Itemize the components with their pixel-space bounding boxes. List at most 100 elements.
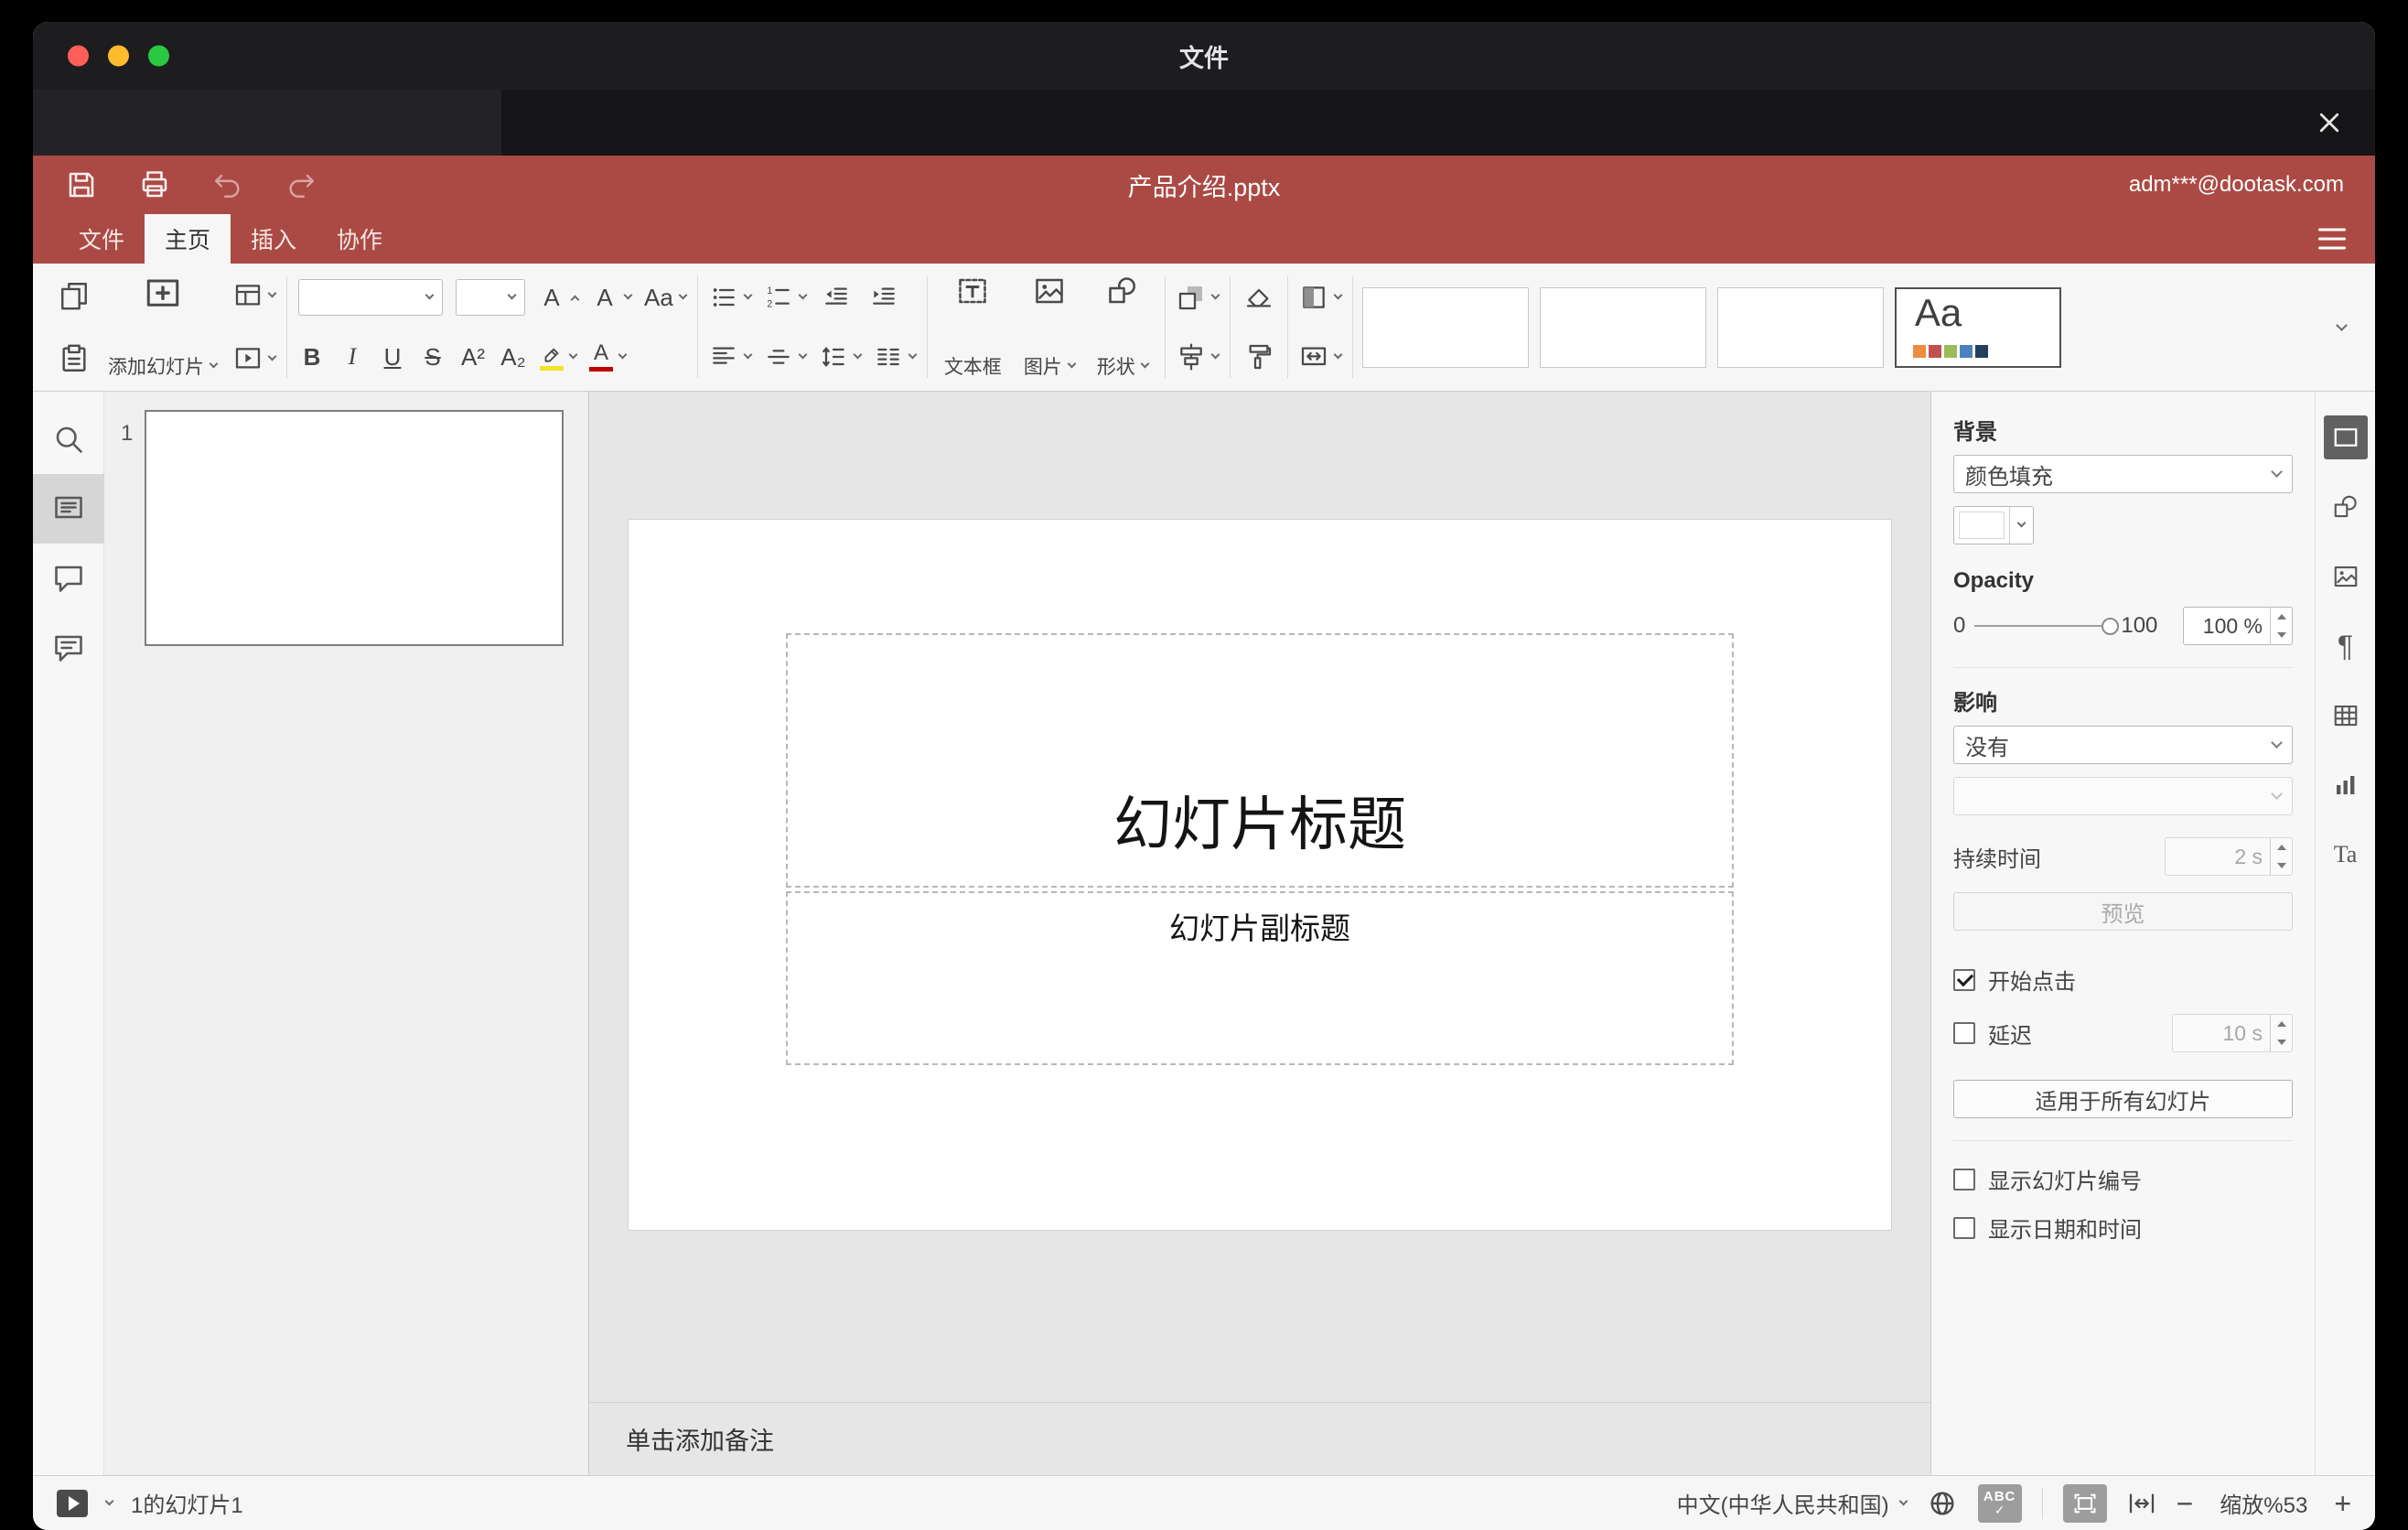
document-language-button[interactable] bbox=[1927, 1488, 1958, 1519]
opacity-spinner[interactable]: 100 % bbox=[2183, 607, 2293, 645]
horizontal-align-button[interactable] bbox=[709, 334, 753, 380]
textart-settings-tab[interactable]: Ta bbox=[2324, 833, 2368, 877]
align-shape-button[interactable] bbox=[1177, 334, 1220, 380]
chat-panel-button[interactable] bbox=[33, 613, 104, 683]
slide[interactable]: 幻灯片标题 幻灯片副标题 bbox=[629, 520, 1891, 1230]
bold-button[interactable]: B bbox=[298, 343, 326, 372]
spinner-arrows[interactable] bbox=[2270, 1015, 2292, 1051]
comments-panel-button[interactable] bbox=[33, 544, 104, 613]
slides-panel-button[interactable] bbox=[33, 474, 104, 544]
caret-icon bbox=[1067, 359, 1077, 369]
slide-size-icon bbox=[1301, 347, 1326, 366]
font-size-select[interactable] bbox=[456, 279, 525, 316]
preview-effect-button[interactable]: 预览 bbox=[1953, 892, 2293, 931]
decrement-font-size-button[interactable]: A bbox=[591, 275, 633, 320]
increment-font-size-button[interactable]: A bbox=[538, 275, 580, 320]
copy-style-button[interactable] bbox=[1242, 334, 1276, 380]
save-button[interactable] bbox=[64, 162, 99, 208]
search-panel-button[interactable] bbox=[33, 404, 104, 474]
columns-button[interactable] bbox=[874, 334, 918, 380]
delay-checkbox[interactable] bbox=[1953, 1022, 1975, 1044]
italic-button[interactable]: I bbox=[339, 343, 366, 371]
image-settings-tab[interactable] bbox=[2324, 555, 2368, 598]
theme-gallery-expand-button[interactable] bbox=[2320, 287, 2362, 368]
decrease-indent-button[interactable] bbox=[819, 275, 854, 320]
close-editor-button[interactable] bbox=[2309, 102, 2349, 143]
tab-collaboration[interactable]: 协作 bbox=[317, 214, 403, 264]
close-window-button[interactable] bbox=[68, 45, 89, 67]
spinner-arrows[interactable] bbox=[2270, 608, 2292, 644]
chat-icon bbox=[54, 635, 82, 662]
font-color-button[interactable]: A bbox=[589, 334, 628, 380]
apply-to-all-slides-button[interactable]: 适用于所有幻灯片 bbox=[1953, 1080, 2293, 1118]
bullets-button[interactable] bbox=[709, 275, 753, 320]
superscript-button[interactable]: A² bbox=[459, 343, 487, 372]
insert-shape-button[interactable]: 形状 bbox=[1091, 273, 1154, 382]
insert-image-button[interactable]: 图片 bbox=[1018, 273, 1080, 382]
fit-to-width-button[interactable] bbox=[2127, 1489, 2156, 1518]
zoom-in-button[interactable]: + bbox=[2334, 1489, 2351, 1518]
theme-option-selected[interactable]: Aa bbox=[1894, 286, 2061, 368]
effect-type-select[interactable] bbox=[1953, 777, 2293, 815]
right-icon-strip: ¶ Ta bbox=[2315, 392, 2375, 1475]
underline-button[interactable]: U bbox=[379, 343, 406, 372]
show-date-time-checkbox[interactable] bbox=[1953, 1216, 1975, 1239]
opacity-slider[interactable] bbox=[1974, 616, 2120, 636]
slide-size-button[interactable] bbox=[1299, 334, 1343, 380]
numbering-button[interactable]: 12 bbox=[764, 275, 808, 320]
slide-layout-button[interactable] bbox=[233, 273, 277, 318]
theme-option-3[interactable] bbox=[1716, 286, 1884, 368]
subtitle-placeholder[interactable]: 幻灯片副标题 bbox=[786, 891, 1734, 1065]
slide-settings-tab[interactable] bbox=[2323, 415, 2368, 459]
background-fill-select[interactable]: 颜色填充 bbox=[1953, 455, 2293, 493]
paragraph-settings-tab[interactable]: ¶ bbox=[2324, 624, 2368, 668]
start-on-click-checkbox[interactable] bbox=[1953, 968, 1975, 991]
start-slideshow-status-button[interactable] bbox=[57, 1489, 88, 1517]
chart-settings-tab[interactable] bbox=[2324, 763, 2368, 807]
line-spacing-button[interactable] bbox=[819, 334, 863, 380]
font-name-select[interactable] bbox=[298, 279, 443, 316]
zoom-window-button[interactable] bbox=[148, 45, 169, 67]
change-case-button[interactable]: Aa bbox=[644, 275, 688, 320]
show-slide-number-checkbox[interactable] bbox=[1953, 1168, 1975, 1191]
slider-knob[interactable] bbox=[2102, 618, 2120, 635]
title-placeholder[interactable]: 幻灯片标题 bbox=[786, 633, 1734, 888]
notes-area[interactable]: 单击添加备注 bbox=[589, 1402, 1930, 1475]
preview-slideshow-button[interactable] bbox=[233, 336, 277, 382]
minimize-window-button[interactable] bbox=[108, 45, 129, 67]
tab-file[interactable]: 文件 bbox=[59, 214, 145, 264]
increase-indent-button[interactable] bbox=[866, 275, 901, 320]
slide-thumbnail[interactable] bbox=[145, 410, 564, 646]
zoom-out-button[interactable]: − bbox=[2177, 1489, 2194, 1518]
table-settings-tab[interactable] bbox=[2324, 694, 2368, 738]
theme-option-2[interactable] bbox=[1539, 286, 1706, 368]
slide-canvas[interactable]: 幻灯片标题 幻灯片副标题 bbox=[589, 392, 1930, 1402]
redo-button[interactable] bbox=[284, 162, 318, 208]
color-scheme-button[interactable] bbox=[1299, 275, 1343, 320]
duration-spinner[interactable]: 2 s bbox=[2165, 837, 2293, 876]
arrange-shape-button[interactable] bbox=[1177, 275, 1220, 320]
print-button[interactable] bbox=[137, 162, 172, 208]
add-slide-button[interactable]: 添加幻灯片 bbox=[102, 273, 222, 382]
language-select[interactable]: 中文(中华人民共和国) bbox=[1677, 1487, 1908, 1519]
insert-textbox-button[interactable]: 文本框 bbox=[939, 273, 1007, 382]
paste-button[interactable] bbox=[57, 336, 91, 382]
copy-button[interactable] bbox=[57, 273, 91, 318]
tab-home[interactable]: 主页 bbox=[145, 214, 231, 264]
vertical-align-button[interactable] bbox=[764, 334, 808, 380]
spinner-arrows[interactable] bbox=[2270, 838, 2292, 875]
fit-to-slide-toggle[interactable] bbox=[2062, 1483, 2107, 1523]
delay-spinner[interactable]: 10 s bbox=[2172, 1014, 2293, 1052]
strikeout-button[interactable]: S bbox=[419, 343, 446, 372]
theme-option-1[interactable] bbox=[1361, 286, 1529, 368]
undo-button[interactable] bbox=[210, 162, 245, 208]
highlight-color-button[interactable] bbox=[540, 334, 578, 380]
background-color-picker[interactable] bbox=[1953, 506, 2034, 544]
clear-style-button[interactable] bbox=[1242, 275, 1276, 320]
effect-select[interactable]: 没有 bbox=[1953, 726, 2293, 764]
spell-check-toggle[interactable]: ABC ✓ bbox=[1977, 1483, 2022, 1523]
subscript-button[interactable]: A₂ bbox=[500, 343, 527, 372]
menu-button[interactable] bbox=[2318, 228, 2346, 250]
shape-settings-tab[interactable] bbox=[2324, 485, 2368, 529]
tab-insert[interactable]: 插入 bbox=[231, 214, 317, 264]
